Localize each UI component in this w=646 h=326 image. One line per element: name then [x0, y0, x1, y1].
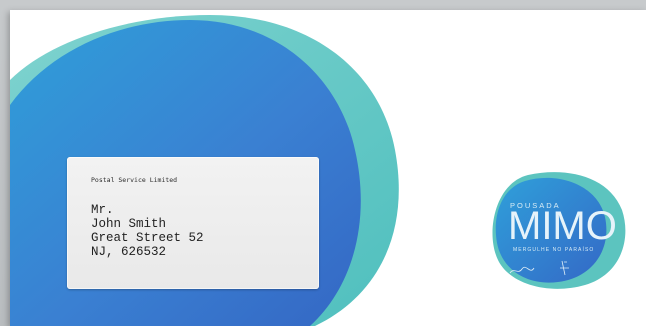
recipient-city-zip: NJ, 626532	[91, 245, 167, 259]
recipient-title: Mr.	[91, 203, 114, 217]
pousada-mimo-logo: POUSADA MIMO MERGULHE NO PARAÍSO	[480, 165, 630, 290]
logo-main-text: MIMO	[508, 204, 617, 248]
sender-label: Postal Service Limited	[91, 176, 178, 184]
envelope: Postal Service Limited Mr. John Smith Gr…	[10, 10, 646, 326]
recipient-name: John Smith	[91, 217, 167, 231]
address-window: Postal Service Limited Mr. John Smith Gr…	[67, 157, 319, 289]
logo-sub-text: MERGULHE NO PARAÍSO	[513, 247, 595, 253]
recipient-street: Great Street 52	[91, 231, 204, 245]
